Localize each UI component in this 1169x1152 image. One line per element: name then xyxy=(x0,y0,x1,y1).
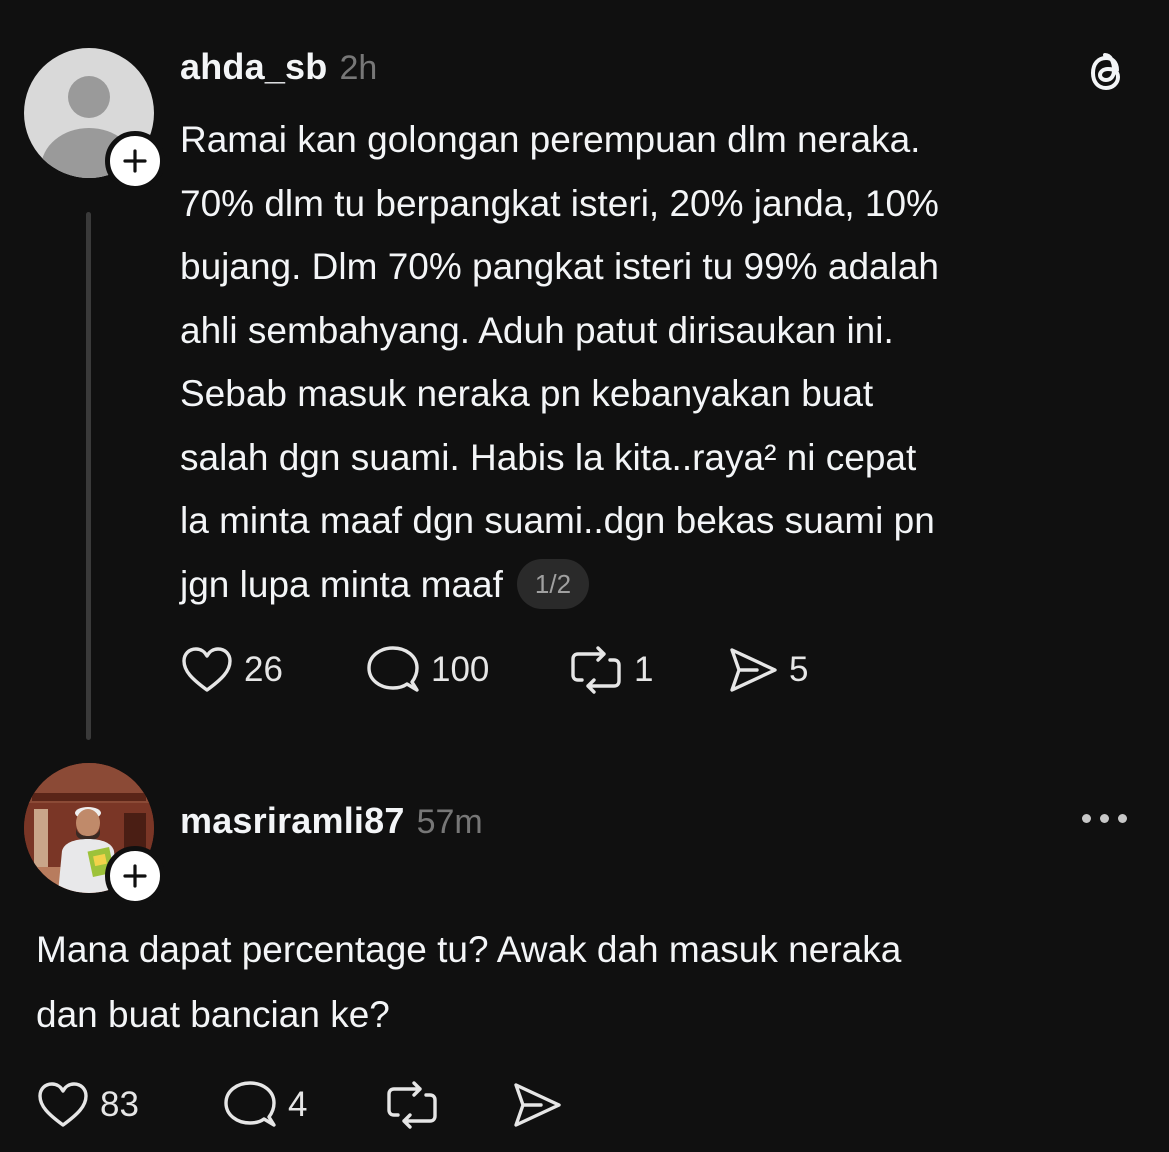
avatar-placeholder-head xyxy=(68,76,110,118)
threads-logo-icon[interactable] xyxy=(1083,48,1129,103)
post2-reply-button[interactable]: 4 xyxy=(222,1079,307,1131)
more-dot xyxy=(1100,814,1109,823)
post1-repost-count: 1 xyxy=(634,650,654,689)
post2-reply-count: 4 xyxy=(288,1085,308,1124)
post1-like-count: 26 xyxy=(244,650,283,689)
post1-line: 70% dlm tu berpangkat isteri, 20% janda,… xyxy=(180,182,939,224)
post2-line: Mana dapat percentage tu? Awak dah masuk… xyxy=(36,929,902,970)
post2-like-button[interactable]: 83 xyxy=(36,1081,139,1129)
post1-line-last: jgn lupa minta maaf 1/2 xyxy=(180,553,939,617)
post2-body: Mana dapat percentage tu? Awak dah masuk… xyxy=(36,917,901,1047)
more-dot xyxy=(1082,814,1091,823)
post1-timestamp: 2h xyxy=(339,49,378,87)
plus-icon xyxy=(123,149,147,173)
post1-line: bujang. Dlm 70% pangkat isteri tu 99% ad… xyxy=(180,246,939,287)
post1-reply-button[interactable]: 100 xyxy=(365,644,489,696)
post2-username[interactable]: masriramli87 xyxy=(180,800,405,842)
page-indicator: 1/2 xyxy=(516,558,590,609)
post1-like-button[interactable]: 26 xyxy=(180,646,283,694)
post1-line: Sebab masuk neraka pn kebanyakan buat xyxy=(180,373,874,414)
plus-icon xyxy=(123,864,147,888)
post1-reply-count: 100 xyxy=(431,650,490,689)
thread-connector-line xyxy=(86,212,91,740)
more-dots-icon[interactable] xyxy=(1082,814,1127,823)
post2-repost-button[interactable] xyxy=(384,1080,440,1130)
post2-header: masriramli87 57m xyxy=(180,800,483,842)
post1-line: salah dgn suami. Habis la kita..raya² ni… xyxy=(180,436,917,478)
post1-line: jgn lupa minta maaf xyxy=(180,563,503,605)
more-dot xyxy=(1118,814,1127,823)
send-icon xyxy=(730,648,777,692)
post2-share-button[interactable] xyxy=(511,1081,563,1129)
post1-username[interactable]: ahda_sb xyxy=(180,46,327,88)
repost-icon xyxy=(387,1081,437,1129)
post1-share-button[interactable]: 5 xyxy=(727,646,808,694)
post1-repost-button[interactable]: 1 xyxy=(568,645,653,695)
follow-button[interactable] xyxy=(105,131,165,191)
post1-header: ahda_sb 2h xyxy=(180,46,377,88)
post1-body: Ramai kan golongan perempuan dlm neraka.… xyxy=(180,108,939,616)
comment-icon xyxy=(367,646,419,692)
send-icon xyxy=(514,1083,561,1127)
post1-line: ahli sembahyang. Aduh patut dirisaukan i… xyxy=(180,309,894,351)
post1-line: Ramai kan golongan perempuan dlm neraka. xyxy=(180,119,921,160)
post1-share-count: 5 xyxy=(789,650,809,689)
heart-icon xyxy=(38,1082,88,1127)
follow-button[interactable] xyxy=(105,846,165,906)
post2-line: dan buat bancian ke? xyxy=(36,994,390,1035)
comment-icon xyxy=(224,1081,276,1127)
post2-like-count: 83 xyxy=(100,1085,139,1124)
post1-line: la minta maaf dgn suami..dgn bekas suami… xyxy=(180,500,935,541)
heart-icon xyxy=(182,647,232,692)
post2-timestamp: 57m xyxy=(416,803,483,841)
repost-icon xyxy=(571,646,621,694)
